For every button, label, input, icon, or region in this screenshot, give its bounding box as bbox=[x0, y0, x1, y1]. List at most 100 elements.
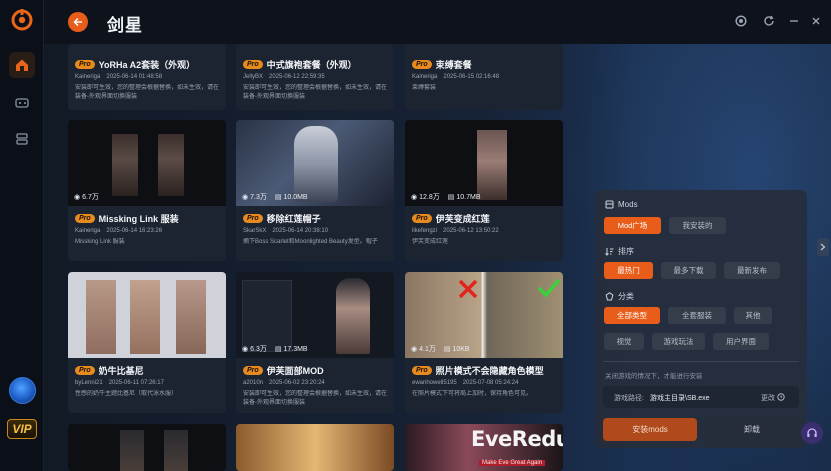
mod-title: 移除红莲帽子 bbox=[266, 213, 321, 224]
install-hint: 关闭游戏的情况下，才能进行安装 bbox=[605, 373, 703, 380]
record-button[interactable] bbox=[734, 14, 748, 28]
mod-card[interactable]: ◉ 7.3万 ▤ 10.0MB Pro 移除红莲帽子 SkarSkX 2025-06-14… bbox=[236, 120, 394, 261]
minimize-icon bbox=[790, 20, 798, 22]
mod-card[interactable]: ◉ 4.1万 ▤ 10KB Pro 照片模式不会隐藏角色模型 ewanhowell519… bbox=[405, 272, 563, 413]
mod-date: 2025-07-08 05:24:24 bbox=[462, 380, 519, 386]
uninstall-button[interactable]: 卸载 bbox=[705, 418, 799, 441]
check-mark-icon bbox=[537, 278, 561, 298]
file-icon: ▤ bbox=[274, 194, 282, 201]
mod-date: 2025-06-11 07:26:17 bbox=[108, 380, 164, 386]
file-size: ▤ 10.0MB bbox=[274, 193, 308, 202]
pro-badge: Pro bbox=[243, 59, 263, 69]
pro-badge: Pro bbox=[412, 365, 432, 375]
sort-hottest[interactable]: 最热门 bbox=[604, 262, 653, 279]
sort-most-downloads[interactable]: 最多下载 bbox=[661, 262, 716, 279]
mod-description: 伊芙变成红莲 bbox=[412, 239, 449, 245]
page-title: 剑星 bbox=[107, 16, 143, 35]
mod-card[interactable]: ◉ 6.3万 ▤ 17.3MB Pro 伊芙面部MOD a2010n 2025-06-02… bbox=[236, 272, 394, 413]
mod-thumbnail: ◉ 7.3万 ▤ 10.0MB bbox=[236, 120, 394, 206]
eye-icon: ◉ bbox=[411, 346, 418, 353]
mod-date: 2025-06-12 13:50:22 bbox=[443, 228, 499, 234]
support-button[interactable] bbox=[801, 422, 823, 444]
sidebar-item-home[interactable] bbox=[9, 52, 35, 78]
chevron-right-icon bbox=[820, 243, 826, 251]
eye-icon: ◉ bbox=[242, 194, 249, 201]
eye-icon: ◉ bbox=[242, 346, 249, 353]
panel-toggle-button[interactable] bbox=[817, 238, 829, 256]
mod-thumbnail bbox=[68, 424, 226, 471]
mod-thumbnail bbox=[68, 272, 226, 358]
mod-title: 奶牛比基尼 bbox=[98, 365, 144, 376]
category-icon bbox=[605, 292, 614, 301]
back-button[interactable] bbox=[68, 12, 88, 32]
views-count: ◉ 7.3万 bbox=[242, 194, 267, 201]
mod-author: a2010n bbox=[243, 380, 264, 386]
arrow-left-icon bbox=[73, 17, 82, 27]
mod-thumbnail: EveRedux Make Eve Great Again bbox=[405, 424, 563, 471]
pro-badge: Pro bbox=[75, 213, 95, 223]
category-ui[interactable]: 用户界面 bbox=[713, 333, 769, 350]
edit-icon bbox=[777, 393, 785, 401]
pro-badge: Pro bbox=[243, 365, 263, 375]
category-all[interactable]: 全部类型 bbox=[604, 307, 660, 324]
mod-card[interactable]: Pro YoRHa A2套装（外观） Kaineriga 2025-06-14 01… bbox=[68, 44, 226, 110]
pro-badge: Pro bbox=[412, 213, 432, 223]
mod-thumbnail bbox=[236, 424, 394, 471]
mod-author: ewanhowell5195 bbox=[412, 380, 457, 386]
category-other[interactable]: 其他 bbox=[734, 307, 772, 324]
sidebar-item-library[interactable] bbox=[9, 126, 35, 152]
mod-date: 2025-06-15 02:16:48 bbox=[443, 74, 500, 80]
mod-author: Kaineriga bbox=[412, 74, 438, 80]
mod-title: 照片模式不会隐藏角色模型 bbox=[435, 365, 544, 376]
install-mods-button[interactable]: 安装mods bbox=[603, 418, 697, 441]
mod-author: SkarSkX bbox=[243, 228, 267, 234]
tab-my-installed[interactable]: 我安装的 bbox=[669, 217, 726, 234]
close-icon bbox=[812, 17, 820, 25]
views-count: ◉ 4.1万 bbox=[411, 346, 436, 353]
mod-title: 中式旗袍套餐（外观） bbox=[266, 59, 357, 70]
mod-thumbnail: ◉ 6.7万 bbox=[68, 120, 226, 206]
mod-card[interactable]: Pro 奶牛比基尼 byLenni21 2025-06-11 07:26:17 性感… bbox=[68, 272, 226, 413]
avatar[interactable] bbox=[9, 377, 36, 404]
mod-thumbnail: ◉ 12.8万 ▤ 10.7MB bbox=[405, 120, 563, 206]
views-count: ◉ 12.8万 bbox=[411, 194, 440, 201]
mod-card[interactable] bbox=[68, 424, 226, 471]
views-count: ◉ 6.7万 bbox=[74, 194, 99, 201]
sidebar-item-games[interactable] bbox=[9, 89, 35, 115]
change-path-button[interactable]: 更改 bbox=[761, 393, 785, 403]
mod-description: 在照片模式下可将局上加时，保持角色可见。 bbox=[412, 391, 533, 397]
sort-newest[interactable]: 最新发布 bbox=[724, 262, 780, 279]
mod-title: Missking Link 服装 bbox=[98, 213, 179, 224]
close-button[interactable] bbox=[809, 14, 823, 28]
vip-badge[interactable]: VIP bbox=[7, 419, 37, 439]
eye-icon: ◉ bbox=[74, 194, 81, 201]
everedux-tagline: Make Eve Great Again bbox=[479, 460, 546, 466]
mods-icon bbox=[605, 200, 614, 209]
mod-card[interactable]: ◉ 12.8万 ▤ 10.7MB Pro 伊芙变成红莲 likefengzi 2025-0… bbox=[405, 120, 563, 261]
pro-badge: Pro bbox=[412, 59, 432, 69]
refresh-button[interactable] bbox=[762, 14, 776, 28]
mod-card[interactable]: EveRedux Make Eve Great Again bbox=[405, 424, 563, 471]
category-visual[interactable]: 视觉 bbox=[604, 333, 644, 350]
minimize-button[interactable] bbox=[787, 14, 801, 28]
mod-date: 2025-06-14 01:48:58 bbox=[106, 74, 163, 80]
title-bar: 剑星 bbox=[44, 0, 831, 44]
mod-author: likefengzi bbox=[412, 228, 438, 234]
filter-panel: Mods Mod广场 我安装的 排序 最热门 最多下载 最新发布 分类 全部类型… bbox=[595, 190, 807, 448]
everedux-logo: EveRedux bbox=[471, 427, 563, 451]
mod-card[interactable]: Pro 束缚套餐 Kaineriga 2025-06-15 02:16:48 束缚套… bbox=[405, 44, 563, 110]
file-size: ▤ 10.7MB bbox=[447, 193, 481, 202]
game-path-field: 游戏路径: 游戏主目录\SB.exe 更改 bbox=[603, 386, 799, 408]
mod-card[interactable]: Pro 中式旗袍套餐（外观） JellyBX 2025-06-12 22:59:35… bbox=[236, 44, 394, 110]
tab-mod-square[interactable]: Mod广场 bbox=[604, 217, 661, 234]
file-size: ▤ 10KB bbox=[443, 345, 470, 354]
app-logo-icon[interactable] bbox=[11, 9, 33, 31]
divider bbox=[603, 361, 799, 362]
category-full-outfit[interactable]: 全套服装 bbox=[668, 307, 726, 324]
mod-author: Kaineriga bbox=[75, 228, 101, 234]
mods-section-title: Mods bbox=[605, 200, 638, 209]
mod-card[interactable] bbox=[236, 424, 394, 471]
mod-card[interactable]: ◉ 6.7万 Pro Missking Link 服装 Kaineriga 2025-… bbox=[68, 120, 226, 261]
category-gameplay[interactable]: 游戏玩法 bbox=[652, 333, 705, 350]
mod-description: Missking Link 服装 bbox=[75, 239, 125, 245]
